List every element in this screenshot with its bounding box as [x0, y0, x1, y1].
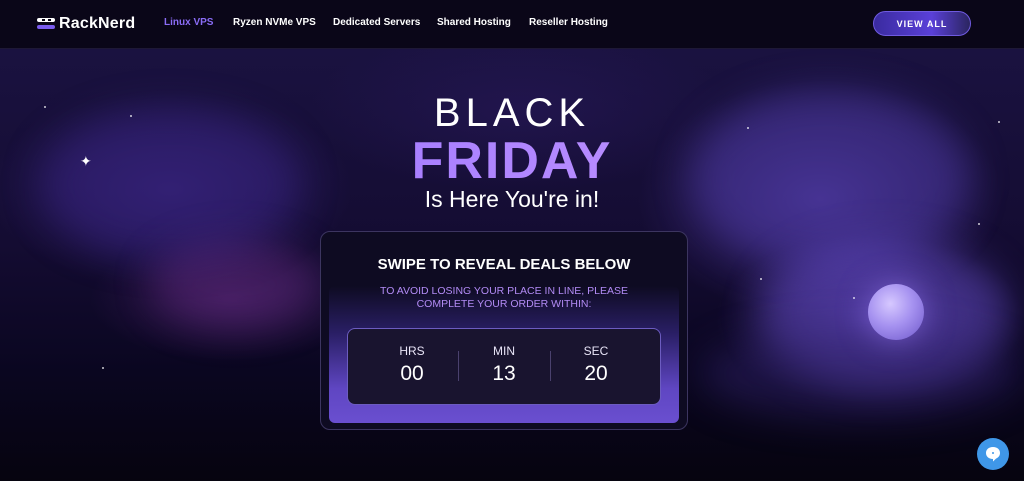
hero-title-black: BLACK — [433, 91, 591, 135]
nav-link-ryzen-nvme-vps[interactable]: Ryzen NVMe VPS — [233, 17, 316, 28]
moon-decoration — [868, 284, 924, 340]
top-navbar: RackNerd Linux VPS Ryzen NVMe VPS Dedica… — [0, 0, 1024, 49]
countdown-note-line1: TO AVOID LOSING YOUR PLACE IN LINE, PLEA… — [379, 285, 628, 297]
timer-minutes-label: MIN — [493, 344, 515, 358]
chat-widget-button[interactable] — [977, 438, 1009, 470]
timer-hours: HRS 00 — [366, 329, 458, 406]
nav-link-reseller-hosting[interactable]: Reseller Hosting — [529, 17, 608, 28]
countdown-timer: HRS 00 MIN 13 SEC 20 — [347, 328, 661, 405]
cloud-decoration — [150, 239, 320, 329]
timer-minutes: MIN 13 — [458, 329, 550, 406]
star-decoration — [102, 367, 104, 369]
countdown-note: TO AVOID LOSING YOUR PLACE IN LINE, PLEA… — [321, 285, 687, 311]
nav-link-shared-hosting[interactable]: Shared Hosting — [437, 17, 511, 28]
star-decoration — [978, 223, 980, 225]
racknerd-logo-icon — [37, 17, 55, 31]
nav-link-dedicated-servers[interactable]: Dedicated Servers — [333, 17, 420, 28]
timer-seconds-label: SEC — [583, 344, 609, 358]
timer-minutes-value: 13 — [492, 362, 516, 385]
view-all-button[interactable]: VIEW ALL — [873, 11, 971, 36]
chat-bubble-icon — [986, 447, 1000, 462]
timer-seconds-value: 20 — [584, 362, 608, 385]
hero-title-friday: FRIDAY — [0, 131, 1024, 191]
timer-seconds: SEC 20 — [550, 329, 642, 406]
hero-section: ✦ BLACK FRIDAY Is Here You're in! SWIPE … — [0, 49, 1024, 481]
star-decoration — [760, 278, 762, 280]
brand-name: RackNerd — [59, 15, 136, 32]
star-decoration — [853, 297, 855, 299]
timer-hours-value: 00 — [400, 362, 424, 385]
nav-link-linux-vps[interactable]: Linux VPS — [164, 17, 213, 28]
brand-logo[interactable]: RackNerd — [37, 14, 135, 34]
countdown-heading: SWIPE TO REVEAL DEALS BELOW — [377, 256, 631, 273]
timer-hours-label: HRS — [399, 344, 425, 358]
countdown-card: SWIPE TO REVEAL DEALS BELOW TO AVOID LOS… — [320, 231, 688, 430]
cloud-decoration — [700, 329, 1020, 419]
hero-subtitle: Is Here You're in! — [424, 186, 600, 212]
countdown-note-line2: COMPLETE YOUR ORDER WITHIN: — [416, 298, 592, 310]
